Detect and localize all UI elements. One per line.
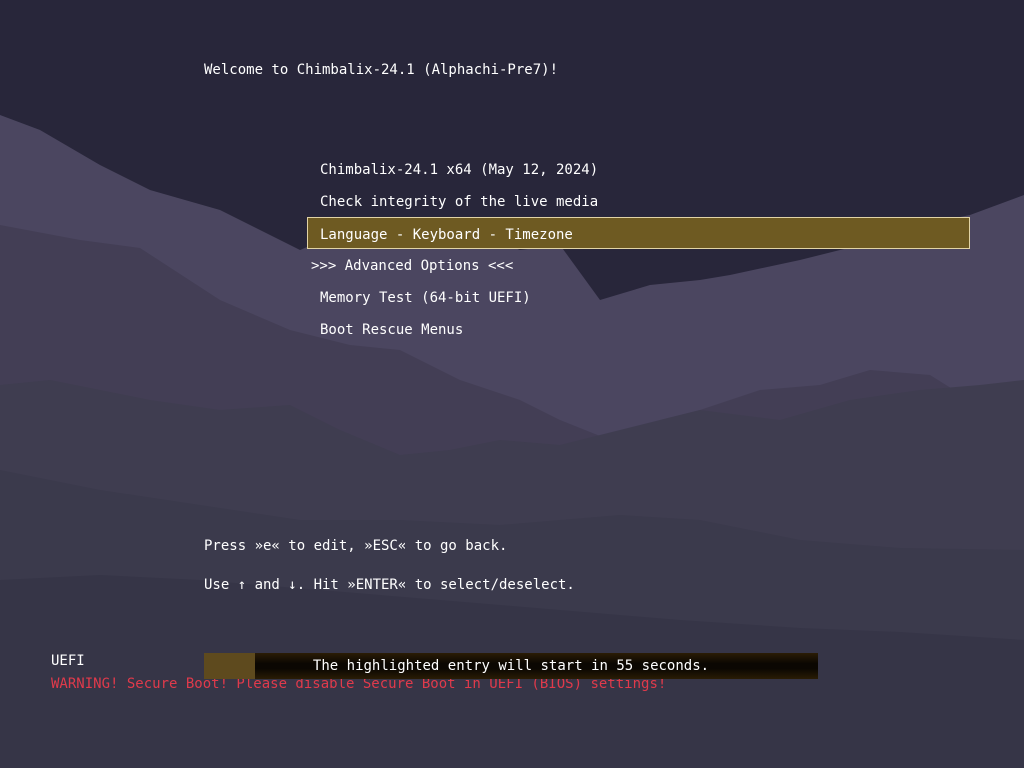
help-text-navigate: Use ↑ and ↓. Hit »ENTER« to select/desel… [204, 577, 575, 593]
menu-item-memory-test[interactable]: Memory Test (64-bit UEFI) [307, 282, 970, 314]
menu-item-check-integrity[interactable]: Check integrity of the live media [307, 186, 970, 218]
menu-item-label: >>> Advanced Options <<< [311, 258, 514, 274]
menu-item-language-keyboard-timezone[interactable]: Language - Keyboard - Timezone [307, 217, 970, 249]
welcome-title: Welcome to Chimbalix-24.1 (Alphachi-Pre7… [204, 62, 559, 78]
boot-mode-label: UEFI [51, 653, 85, 669]
timeout-progress-bar: The highlighted entry will start in 55 s… [204, 653, 818, 679]
menu-item-label: Chimbalix-24.1 x64 (May 12, 2024) [320, 162, 599, 178]
menu-item-boot-rescue[interactable]: Boot Rescue Menus [307, 314, 970, 346]
menu-item-label: Memory Test (64-bit UEFI) [320, 290, 531, 306]
menu-item-advanced-options[interactable]: >>> Advanced Options <<< [307, 250, 970, 282]
menu-item-chimbalix-boot[interactable]: Chimbalix-24.1 x64 (May 12, 2024) [307, 154, 970, 186]
menu-item-label: Check integrity of the live media [320, 194, 599, 210]
menu-item-label: Boot Rescue Menus [320, 322, 464, 338]
menu-item-label: Language - Keyboard - Timezone [320, 227, 573, 243]
help-text-edit: Press »e« to edit, »ESC« to go back. [204, 538, 508, 554]
timeout-countdown-text: The highlighted entry will start in 55 s… [312, 658, 710, 674]
